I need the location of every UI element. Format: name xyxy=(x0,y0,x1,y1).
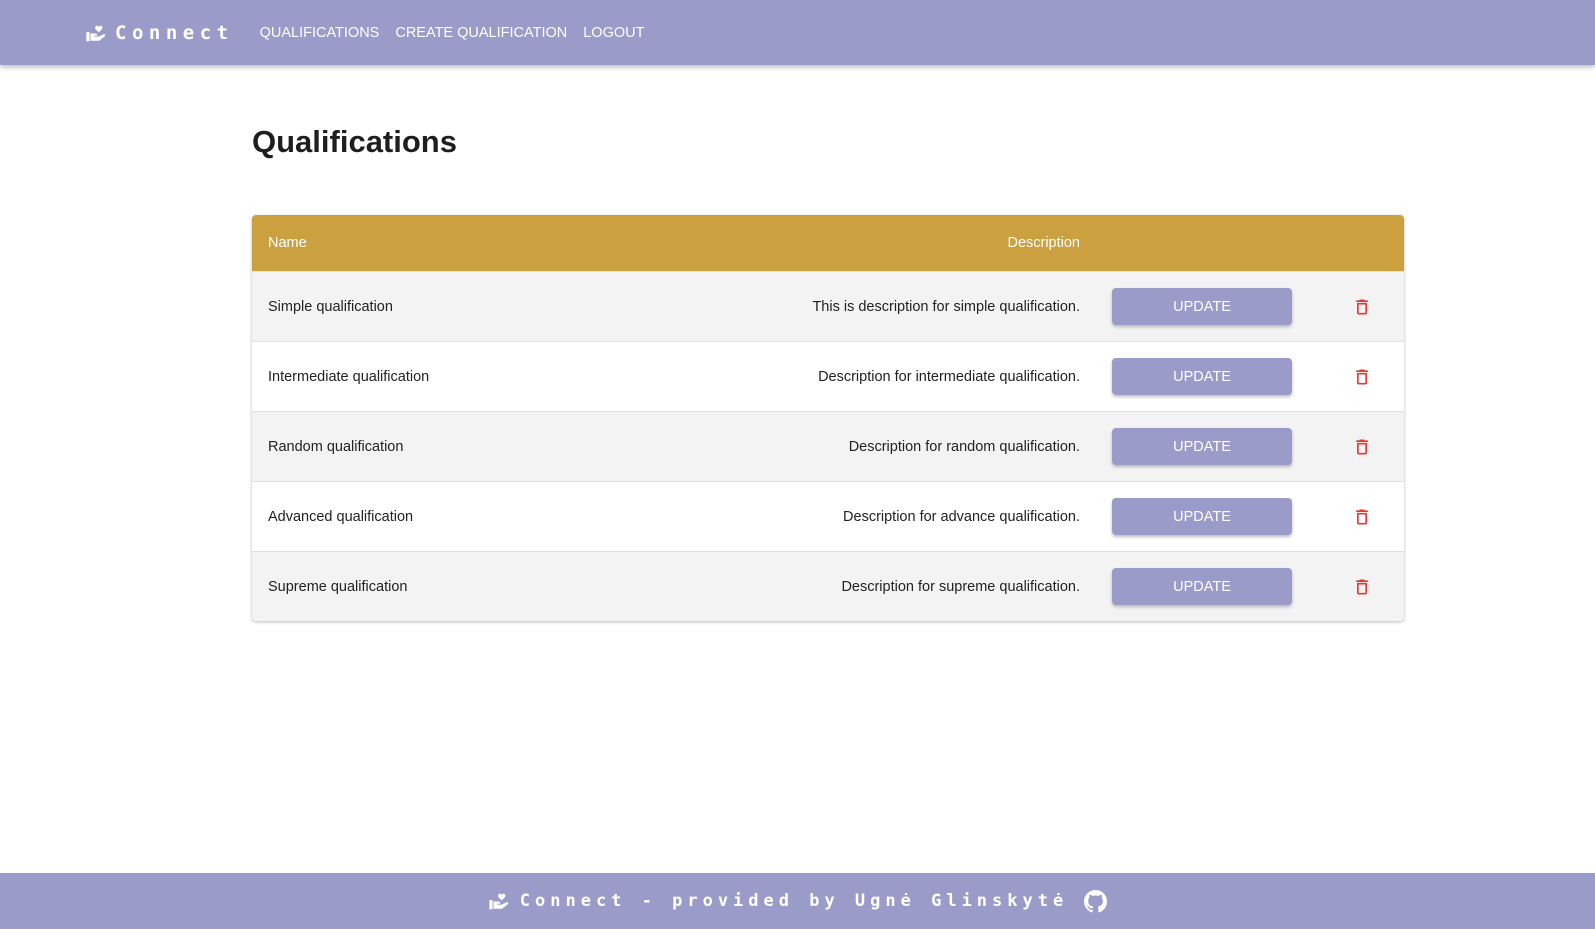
header-name: Name xyxy=(268,235,307,251)
qualification-description: Description for random qualification. xyxy=(848,438,1080,455)
table-row: Intermediate qualification Description f… xyxy=(252,341,1404,411)
nav-logout[interactable]: LOGOUT xyxy=(583,25,644,41)
trash-icon xyxy=(1356,439,1368,454)
footer-credit: Connect - provided by Ugnė Glinskytė xyxy=(519,891,1069,911)
top-navbar: Connect QUALIFICATIONS CREATE QUALIFICAT… xyxy=(0,0,1595,65)
page-title: Qualifications xyxy=(252,124,457,159)
table-row: Random qualification Description for ran… xyxy=(252,411,1404,481)
table-header: Name Description xyxy=(252,215,1404,271)
trash-icon xyxy=(1356,579,1368,594)
brand-name: Connect xyxy=(115,21,234,44)
qualification-name: Random qualification xyxy=(268,438,404,455)
nav-qualifications[interactable]: QUALIFICATIONS xyxy=(260,25,380,41)
update-button[interactable]: UPDATE xyxy=(1112,568,1292,605)
update-button[interactable]: UPDATE xyxy=(1112,428,1292,465)
delete-button[interactable] xyxy=(1350,505,1374,529)
nav-create-qualification[interactable]: CREATE QUALIFICATION xyxy=(395,25,567,41)
brand[interactable]: Connect xyxy=(85,22,234,44)
qualification-description: Description for supreme qualification. xyxy=(841,578,1080,595)
qualification-name: Intermediate qualification xyxy=(268,368,430,385)
qualification-name: Simple qualification xyxy=(268,298,393,315)
qualification-description: Description for intermediate qualificati… xyxy=(818,368,1080,385)
trash-icon xyxy=(1356,509,1368,524)
table-row: Advanced qualification Description for a… xyxy=(252,481,1404,551)
github-icon[interactable] xyxy=(1084,889,1108,913)
delete-button[interactable] xyxy=(1350,435,1374,459)
update-button[interactable]: UPDATE xyxy=(1112,288,1292,325)
main-nav: QUALIFICATIONS CREATE QUALIFICATION LOGO… xyxy=(260,25,661,41)
qualification-description: This is description for simple qualifica… xyxy=(812,298,1080,315)
qualification-name: Advanced qualification xyxy=(268,508,414,525)
table-row: Supreme qualification Description for su… xyxy=(252,551,1404,621)
qualification-description: Description for advance qualification. xyxy=(843,508,1080,525)
update-button[interactable]: UPDATE xyxy=(1112,358,1292,395)
trash-icon xyxy=(1356,369,1368,384)
hand-heart-icon xyxy=(86,25,106,41)
footer: Connect - provided by Ugnė Glinskytė xyxy=(0,873,1595,929)
hand-heart-icon xyxy=(489,893,508,910)
qualification-name: Supreme qualification xyxy=(268,578,408,595)
update-button[interactable]: UPDATE xyxy=(1112,498,1292,535)
delete-button[interactable] xyxy=(1350,575,1374,599)
header-description: Description xyxy=(1007,235,1080,251)
trash-icon xyxy=(1356,299,1368,314)
qualifications-table: Name Description Simple qualification Th… xyxy=(252,215,1404,621)
delete-button[interactable] xyxy=(1350,295,1374,319)
table-row: Simple qualification This is description… xyxy=(252,271,1404,341)
delete-button[interactable] xyxy=(1350,365,1374,389)
